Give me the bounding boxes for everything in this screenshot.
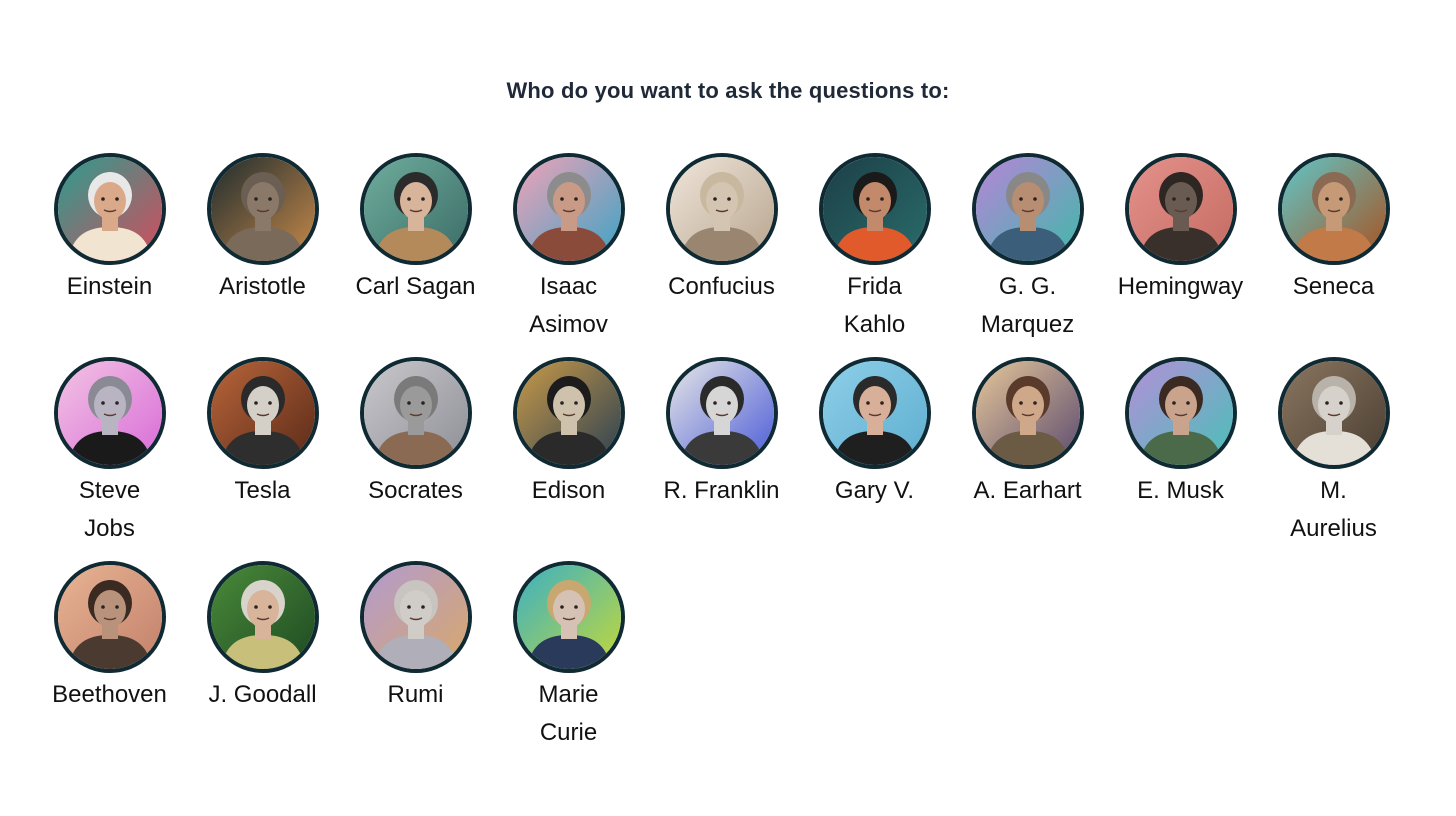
person-card[interactable]: Einstein: [33, 153, 186, 357]
person-name: Hemingway: [1117, 273, 1244, 300]
person-name: R. Franklin: [663, 477, 780, 504]
person-card[interactable]: Confucius: [645, 153, 798, 357]
person-name: Aristotle: [219, 273, 306, 300]
confucius-portrait-icon[interactable]: [665, 153, 778, 265]
person-card[interactable]: Carl Sagan: [339, 153, 492, 357]
person-name: Tesla: [234, 477, 291, 504]
person-name: Socrates: [368, 477, 463, 504]
person-card[interactable]: Isaac Asimov: [492, 153, 645, 357]
person-card[interactable]: Socrates: [339, 357, 492, 561]
person-card[interactable]: Steve Jobs: [33, 357, 186, 561]
isaac-asimov-portrait-icon[interactable]: [512, 153, 625, 265]
person-card[interactable]: Gary V.: [798, 357, 951, 561]
person-card[interactable]: Aristotle: [186, 153, 339, 357]
person-card[interactable]: A. Earhart: [951, 357, 1104, 561]
people-grid: Einstein Aristotle Carl Sagan Isaac Asimov C…: [33, 153, 1428, 765]
carl-sagan-portrait-icon[interactable]: [359, 153, 472, 265]
person-card[interactable]: Hemingway: [1104, 153, 1257, 357]
person-name: Beethoven: [52, 681, 167, 708]
person-card[interactable]: Beethoven: [33, 561, 186, 765]
person-card[interactable]: E. Musk: [1104, 357, 1257, 561]
person-name: Frida Kahlo: [843, 273, 906, 338]
person-name: M. Aurelius: [1290, 477, 1377, 542]
beethoven-portrait-icon[interactable]: [53, 561, 166, 673]
person-name: Isaac Asimov: [529, 273, 608, 338]
person-card[interactable]: Rumi: [339, 561, 492, 765]
person-name: Steve Jobs: [78, 477, 141, 542]
person-card[interactable]: G. G. Marquez: [951, 153, 1104, 357]
person-card[interactable]: Tesla: [186, 357, 339, 561]
person-name: Carl Sagan: [355, 273, 476, 300]
person-name: Rumi: [387, 681, 444, 708]
hemingway-portrait-icon[interactable]: [1124, 153, 1237, 265]
tesla-portrait-icon[interactable]: [206, 357, 319, 469]
person-name: Confucius: [668, 273, 775, 300]
person-name: E. Musk: [1137, 477, 1224, 504]
person-name: Seneca: [1292, 273, 1375, 300]
steve-jobs-portrait-icon[interactable]: [53, 357, 166, 469]
einstein-portrait-icon[interactable]: [53, 153, 166, 265]
edison-portrait-icon[interactable]: [512, 357, 625, 469]
person-name: Einstein: [66, 273, 153, 300]
earhart-portrait-icon[interactable]: [971, 357, 1084, 469]
marcus-aurelius-portrait-icon[interactable]: [1277, 357, 1390, 469]
page-prompt: Who do you want to ask the questions to:: [506, 78, 950, 103]
person-card[interactable]: Frida Kahlo: [798, 153, 951, 357]
person-name: J. Goodall: [208, 681, 317, 708]
person-card[interactable]: Edison: [492, 357, 645, 561]
frida-kahlo-portrait-icon[interactable]: [818, 153, 931, 265]
person-name: G. G. Marquez: [980, 273, 1075, 338]
person-card[interactable]: Marie Curie: [492, 561, 645, 765]
jane-goodall-portrait-icon[interactable]: [206, 561, 319, 673]
aristotle-portrait-icon[interactable]: [206, 153, 319, 265]
gary-v-portrait-icon[interactable]: [818, 357, 931, 469]
person-card[interactable]: Seneca: [1257, 153, 1410, 357]
seneca-portrait-icon[interactable]: [1277, 153, 1390, 265]
person-name: A. Earhart: [973, 477, 1082, 504]
person-card[interactable]: M. Aurelius: [1257, 357, 1410, 561]
marie-curie-portrait-icon[interactable]: [512, 561, 625, 673]
person-name: Edison: [531, 477, 606, 504]
elon-musk-portrait-icon[interactable]: [1124, 357, 1237, 469]
marquez-portrait-icon[interactable]: [971, 153, 1084, 265]
person-card[interactable]: R. Franklin: [645, 357, 798, 561]
person-card[interactable]: J. Goodall: [186, 561, 339, 765]
socrates-portrait-icon[interactable]: [359, 357, 472, 469]
person-name: Gary V.: [834, 477, 915, 504]
person-name: Marie Curie: [538, 681, 599, 746]
rumi-portrait-icon[interactable]: [359, 561, 472, 673]
rosalind-franklin-portrait-icon[interactable]: [665, 357, 778, 469]
